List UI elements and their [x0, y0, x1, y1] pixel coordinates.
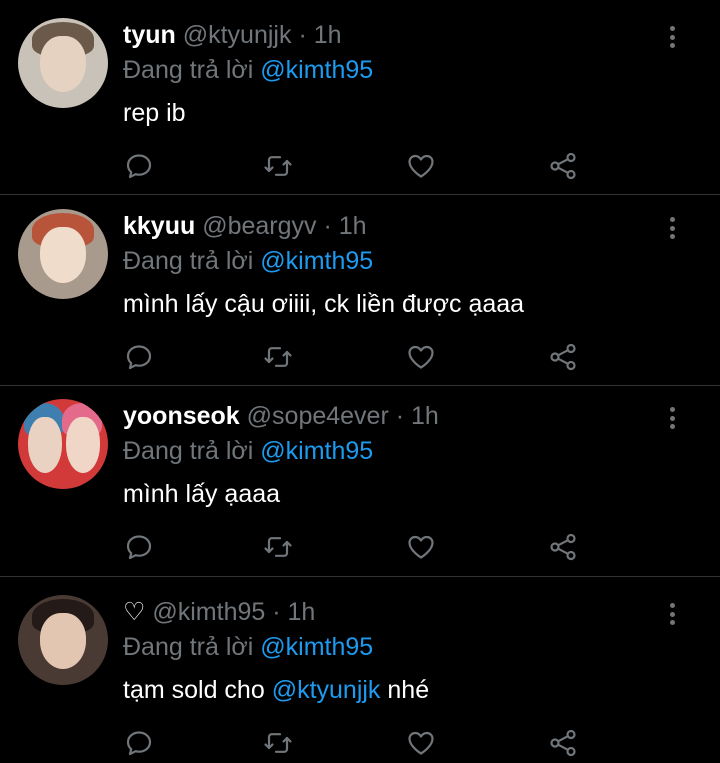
tweet-text-end: nhé — [380, 676, 430, 704]
reply-prefix: Đang trả lời — [123, 247, 254, 275]
user-handle[interactable]: @ktyunjjk — [183, 21, 292, 49]
reply-prefix: Đang trả lời — [123, 437, 254, 465]
replying-to: Đang trả lời @kimth95 — [123, 436, 373, 466]
share-icon[interactable] — [548, 151, 578, 181]
share-icon[interactable] — [548, 728, 578, 758]
timestamp[interactable]: 1h — [314, 21, 342, 49]
share-icon[interactable] — [548, 532, 578, 562]
tweet-text: mình lấy ạaaa — [123, 480, 281, 508]
comment-icon[interactable] — [124, 728, 154, 758]
retweet-icon[interactable] — [263, 342, 293, 372]
tweet-header: tyun @ktyunjjk · 1h — [123, 20, 342, 50]
retweet-icon[interactable] — [263, 532, 293, 562]
avatar[interactable] — [18, 595, 108, 685]
avatar[interactable] — [18, 209, 108, 299]
retweet-icon[interactable] — [263, 151, 293, 181]
reply-mention[interactable]: @kimth95 — [260, 56, 373, 84]
timestamp[interactable]: 1h — [339, 212, 367, 240]
tweet-card[interactable]: yoonseok @sope4ever · 1h Đang trả lời @k… — [0, 381, 720, 575]
separator: · — [272, 598, 281, 626]
separator: · — [395, 402, 405, 430]
more-vertical-icon[interactable] — [664, 22, 680, 52]
separator: · — [323, 212, 332, 240]
replying-to: Đang trả lời @kimth95 — [123, 246, 373, 276]
user-handle[interactable]: @beargyv — [202, 212, 316, 240]
timestamp[interactable]: 1h — [288, 598, 316, 626]
replying-to: Đang trả lời @kimth95 — [123, 632, 373, 662]
display-name[interactable]: yoonseok — [123, 402, 240, 430]
reply-feed: tyun @ktyunjjk · 1h Đang trả lời @kimth9… — [0, 0, 720, 763]
avatar[interactable] — [18, 399, 108, 489]
tweet-text: mình lấy cậu ơiiii, ck liền được ạaaa — [123, 290, 525, 318]
comment-icon[interactable] — [124, 342, 154, 372]
tweet-card[interactable]: kkyuu @beargyv · 1h Đang trả lời @kimth9… — [0, 191, 720, 385]
tweet-card[interactable]: ♡ @kimth95 · 1h Đang trả lời @kimth95 tạ… — [0, 577, 720, 763]
heart-icon[interactable] — [406, 728, 436, 758]
timestamp[interactable]: 1h — [411, 402, 439, 430]
tweet-text: tạm sold cho @ktyunjjk nhé — [123, 674, 429, 706]
replying-to: Đang trả lời @kimth95 — [123, 55, 373, 85]
comment-icon[interactable] — [124, 532, 154, 562]
share-icon[interactable] — [548, 342, 578, 372]
avatar[interactable] — [18, 18, 108, 108]
tweet-text: rep ib — [123, 99, 186, 127]
heart-icon[interactable] — [406, 532, 436, 562]
reply-mention[interactable]: @kimth95 — [260, 633, 373, 661]
tweet-card[interactable]: tyun @ktyunjjk · 1h Đang trả lời @kimth9… — [0, 0, 720, 194]
heart-icon[interactable] — [406, 342, 436, 372]
separator: · — [298, 21, 307, 49]
comment-icon[interactable] — [124, 151, 154, 181]
reply-mention[interactable]: @kimth95 — [260, 437, 373, 465]
display-name[interactable]: ♡ — [123, 598, 145, 626]
display-name[interactable]: tyun — [123, 21, 176, 49]
tweet-header: yoonseok @sope4ever · 1h — [123, 401, 439, 431]
more-vertical-icon[interactable] — [664, 213, 680, 243]
body-mention[interactable]: @ktyunjjk — [272, 676, 381, 704]
tweet-text-start: tạm sold cho — [123, 676, 272, 704]
tweet-header: ♡ @kimth95 · 1h — [123, 597, 315, 627]
retweet-icon[interactable] — [263, 728, 293, 758]
display-name[interactable]: kkyuu — [123, 212, 195, 240]
reply-mention[interactable]: @kimth95 — [260, 247, 373, 275]
user-handle[interactable]: @sope4ever — [247, 402, 389, 430]
heart-icon[interactable] — [406, 151, 436, 181]
more-vertical-icon[interactable] — [664, 599, 680, 629]
more-vertical-icon[interactable] — [664, 403, 680, 433]
tweet-header: kkyuu @beargyv · 1h — [123, 211, 367, 241]
reply-prefix: Đang trả lời — [123, 633, 254, 661]
reply-prefix: Đang trả lời — [123, 56, 254, 84]
user-handle[interactable]: @kimth95 — [152, 598, 265, 626]
